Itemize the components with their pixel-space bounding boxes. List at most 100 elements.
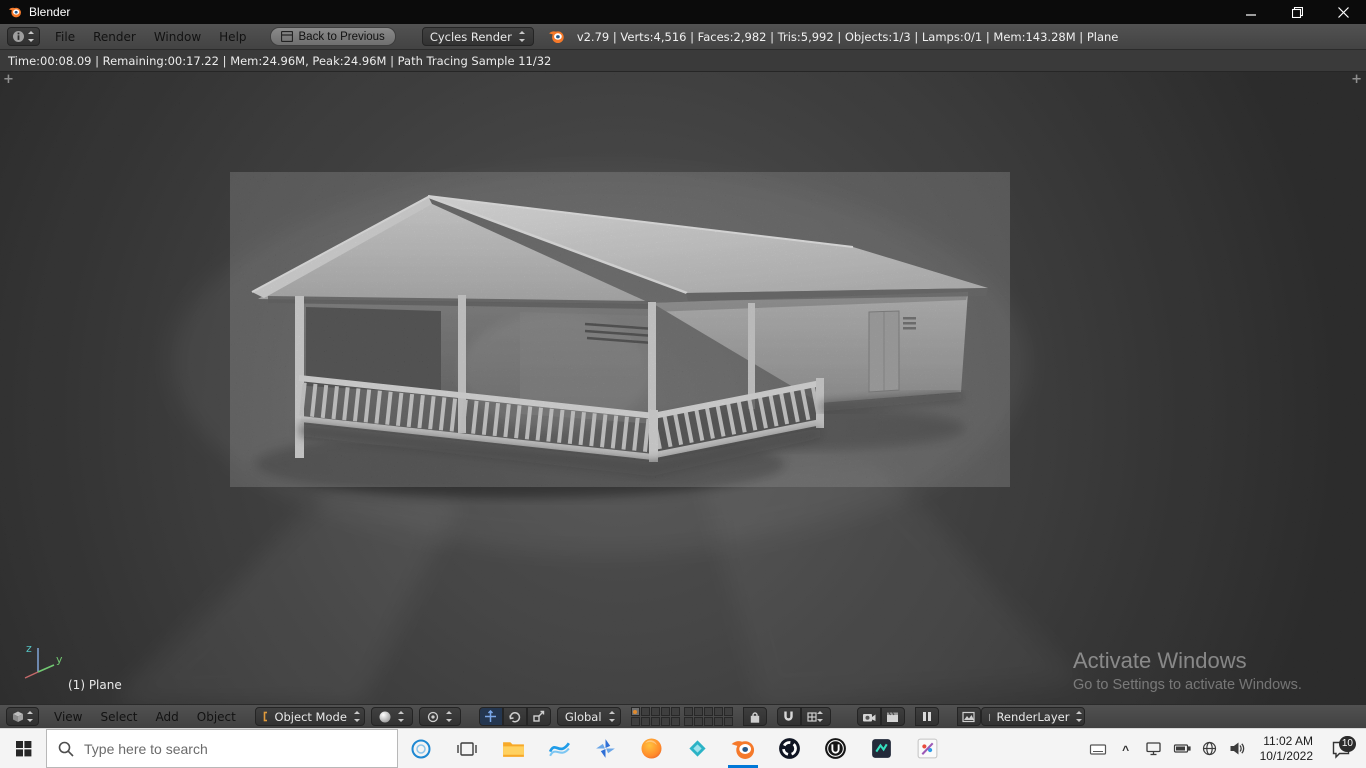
info-header: File Render Window Help Back to Previous… — [0, 24, 1366, 50]
taskbar-app-unreal[interactable] — [812, 729, 858, 768]
restore-button[interactable] — [1274, 0, 1320, 24]
battery-icon[interactable] — [1169, 729, 1195, 768]
mode-dropdown[interactable]: Object Mode — [254, 707, 365, 726]
pivot-point-dropdown[interactable] — [418, 707, 461, 726]
translate-manipulator-button[interactable] — [478, 707, 503, 726]
ethernet-icon[interactable] — [1141, 729, 1167, 768]
layer-toggle[interactable] — [703, 707, 713, 716]
lock-icon — [750, 711, 760, 723]
layer-toggle[interactable] — [703, 717, 713, 726]
dark-app-icon — [871, 739, 891, 758]
volume-icon[interactable] — [1225, 729, 1251, 768]
layers-widget — [630, 707, 680, 726]
layer-toggle[interactable] — [693, 717, 703, 726]
layer-toggle[interactable] — [693, 707, 703, 716]
transform-orientation-dropdown[interactable]: Global — [556, 707, 621, 726]
blender-window: Blender File Render Window Help Back to … — [0, 0, 1366, 768]
firefox-icon — [641, 738, 661, 759]
editor-type-button[interactable] — [6, 707, 39, 726]
snap-target-dropdown[interactable] — [800, 707, 831, 726]
render-engine-dropdown[interactable]: Cycles Render — [421, 27, 534, 46]
layer-toggle[interactable] — [713, 717, 723, 726]
lock-layers-button[interactable] — [742, 707, 767, 726]
shading-sphere-icon — [379, 711, 391, 722]
tray-expand-icon[interactable]: ^ — [1113, 730, 1139, 768]
editor-type-button[interactable] — [7, 27, 40, 46]
opengl-render-animation-button[interactable] — [880, 707, 905, 726]
cortana-button[interactable] — [398, 729, 444, 768]
area-split-handle[interactable]: + — [3, 73, 14, 86]
layer-toggle[interactable] — [630, 717, 640, 726]
layer-toggle[interactable] — [650, 717, 660, 726]
notification-center-button[interactable]: 10 — [1322, 729, 1360, 768]
menu-select[interactable]: Select — [91, 705, 146, 729]
taskbar-app-diamond[interactable] — [674, 729, 720, 768]
menu-render[interactable]: Render — [84, 25, 145, 49]
menu-window[interactable]: Window — [145, 25, 210, 49]
taskbar-app-dark-square[interactable] — [858, 729, 904, 768]
layer-toggle[interactable] — [660, 707, 670, 716]
network-globe-icon[interactable] — [1197, 729, 1223, 768]
taskbar-app-paint[interactable] — [904, 729, 950, 768]
viewport-shading-dropdown[interactable] — [370, 707, 413, 726]
render-progress-text: Time:00:08.09 | Remaining:00:17.22 | Mem… — [8, 53, 552, 68]
translate-icon — [485, 710, 497, 722]
scale-icon — [533, 710, 545, 722]
chevron-updown-icon — [608, 711, 615, 722]
3d-viewport[interactable]: + + z y (1) Plane Activate Windows Go to… — [0, 72, 1366, 704]
opengl-render-button[interactable] — [856, 707, 881, 726]
taskbar-clock[interactable]: 11:02 AM 10/1/2022 — [1253, 734, 1320, 764]
activate-windows-watermark: Activate Windows Go to Settings to activ… — [1073, 648, 1302, 693]
pause-render-button[interactable] — [914, 707, 939, 726]
window-titlebar: Blender — [0, 0, 1366, 24]
3d-view-editor-icon — [13, 711, 23, 722]
info-editor-icon — [13, 31, 24, 42]
snap-toggle-button[interactable] — [776, 707, 801, 726]
camera-icon — [862, 713, 876, 721]
chevron-updown-icon — [817, 711, 824, 722]
layer-toggle[interactable] — [723, 707, 733, 716]
image-editor-button[interactable] — [956, 707, 981, 726]
search-input[interactable] — [84, 740, 397, 757]
taskbar-app-blue-wave[interactable] — [536, 729, 582, 768]
layer-toggle[interactable] — [650, 707, 660, 716]
layer-toggle[interactable] — [640, 707, 650, 716]
task-view-button[interactable] — [444, 729, 490, 768]
menu-add[interactable]: Add — [147, 705, 188, 729]
area-split-handle[interactable]: + — [1351, 73, 1362, 86]
chevron-updown-icon — [397, 711, 405, 722]
taskbar-app-file-explorer[interactable] — [490, 729, 536, 768]
taskbar-app-obs[interactable] — [766, 729, 812, 768]
menu-help[interactable]: Help — [210, 25, 255, 49]
menu-object[interactable]: Object — [188, 705, 245, 729]
layer-toggle[interactable] — [683, 717, 693, 726]
layer-toggle[interactable] — [670, 717, 680, 726]
layer-toggle[interactable] — [660, 717, 670, 726]
menu-view[interactable]: View — [45, 705, 91, 729]
start-button[interactable] — [0, 729, 46, 768]
minimize-button[interactable] — [1228, 0, 1274, 24]
taskbar-app-pinwheel[interactable] — [582, 729, 628, 768]
obs-icon — [778, 738, 800, 759]
layer-toggle[interactable] — [683, 707, 693, 716]
layer-toggle[interactable] — [640, 717, 650, 726]
scale-manipulator-button[interactable] — [526, 707, 551, 726]
taskbar-app-firefox[interactable] — [628, 729, 674, 768]
axis-gizmo: z y — [14, 632, 68, 686]
layer-toggle[interactable] — [630, 707, 640, 716]
taskbar-app-blender[interactable] — [720, 729, 766, 768]
axis-y-label: y — [56, 653, 63, 666]
layer-toggle[interactable] — [670, 707, 680, 716]
touch-keyboard-icon[interactable] — [1085, 729, 1111, 768]
close-button[interactable] — [1320, 0, 1366, 24]
taskbar-search[interactable] — [46, 729, 398, 768]
chevron-updown-icon — [28, 31, 35, 42]
search-icon — [58, 741, 74, 757]
back-to-previous-button[interactable]: Back to Previous — [269, 27, 396, 46]
layer-toggle[interactable] — [723, 717, 733, 726]
window-title: Blender — [29, 5, 71, 19]
render-layer-dropdown[interactable]: RenderLayer — [980, 707, 1085, 726]
menu-file[interactable]: File — [46, 25, 84, 49]
layer-toggle[interactable] — [713, 707, 723, 716]
rotate-manipulator-button[interactable] — [502, 707, 527, 726]
